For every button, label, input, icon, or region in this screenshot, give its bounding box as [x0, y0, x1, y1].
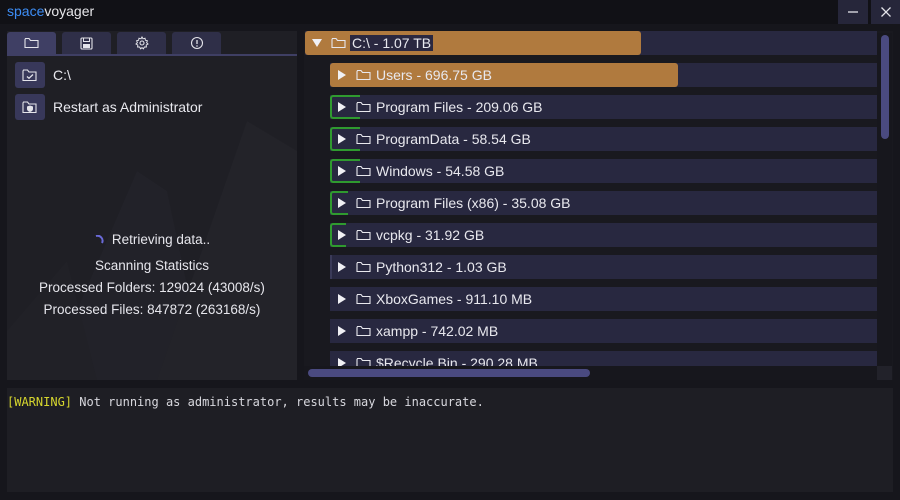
- folder-icon: [356, 197, 371, 209]
- chevron-right-icon[interactable]: [336, 165, 348, 177]
- chevron-right-icon[interactable]: [336, 69, 348, 81]
- restart-admin-button[interactable]: Restart as Administrator: [15, 94, 202, 120]
- chevron-right-icon[interactable]: [336, 261, 348, 273]
- left-panel: C:\ Restart as Administrator Retrieving …: [7, 31, 297, 380]
- chevron-right-icon[interactable]: [336, 197, 348, 209]
- drive-c-label: C:\: [53, 67, 71, 83]
- folder-icon: [356, 261, 371, 273]
- chevron-right-icon[interactable]: [336, 101, 348, 113]
- tree-item-xboxgames[interactable]: XboxGames - 911.10 MB: [330, 287, 877, 311]
- tree-item-label: Windows - 54.58 GB: [376, 163, 505, 179]
- folder-icon: [356, 69, 371, 81]
- chevron-right-icon[interactable]: [336, 293, 348, 305]
- tree-item-windows[interactable]: Windows - 54.58 GB: [330, 159, 877, 183]
- folder-icon: [356, 293, 371, 305]
- horizontal-scrollbar-thumb[interactable]: [308, 369, 590, 377]
- log-line: [WARNING] Not running as administrator, …: [7, 395, 893, 409]
- drive-icon-box: [15, 62, 45, 88]
- log-message: Not running as administrator, results ma…: [72, 395, 484, 409]
- retrieving-text: Retrieving data..: [111, 232, 211, 247]
- gear-icon: [134, 36, 149, 50]
- tree-item-xampp[interactable]: xampp - 742.02 MB: [330, 319, 877, 343]
- tree-item-label: Python312 - 1.03 GB: [376, 259, 507, 275]
- log-tag: [WARNING]: [7, 395, 73, 409]
- drive-icon: [22, 69, 37, 82]
- title-bar: spacevoyager: [0, 0, 900, 24]
- vertical-scrollbar-thumb[interactable]: [881, 35, 889, 139]
- tree-item-label: ProgramData - 58.54 GB: [376, 131, 531, 147]
- tab-strip-underline: [7, 54, 297, 56]
- folder-icon: [356, 133, 371, 145]
- folder-icon: [24, 37, 39, 49]
- scrollbar-corner: [877, 366, 892, 380]
- chevron-right-icon[interactable]: [336, 133, 348, 145]
- folder-tree[interactable]: C:\ - 1.07 TB Users - 696.75 GB Program …: [304, 31, 893, 380]
- tree-item-users[interactable]: Users - 696.75 GB: [330, 63, 877, 87]
- app-title: spacevoyager: [7, 3, 95, 19]
- tree-root-label: C:\ - 1.07 TB: [350, 35, 434, 51]
- folder-icon: [356, 165, 371, 177]
- tree-item-program-files-x86[interactable]: Program Files (x86) - 35.08 GB: [330, 191, 877, 215]
- save-icon: [80, 36, 93, 50]
- folder-icon: [331, 37, 346, 49]
- chevron-right-icon[interactable]: [336, 229, 348, 241]
- tab-about[interactable]: [172, 32, 221, 54]
- restart-admin-label: Restart as Administrator: [53, 99, 203, 115]
- folder-icon: [356, 325, 371, 337]
- tree-item-label: Program Files - 209.06 GB: [376, 99, 543, 115]
- shield-icon: [22, 101, 37, 114]
- tree-item-vcpkg[interactable]: vcpkg - 31.92 GB: [330, 223, 877, 247]
- tree-root-row[interactable]: C:\ - 1.07 TB: [305, 31, 877, 55]
- folder-icon: [356, 101, 371, 113]
- tree-item-program-files[interactable]: Program Files - 209.06 GB: [330, 95, 877, 119]
- tree-item-label: xampp - 742.02 MB: [376, 323, 499, 339]
- minimize-icon: [848, 11, 858, 13]
- processed-folders: Processed Folders: 129024 (43008/s): [39, 280, 265, 295]
- stats-title: Scanning Statistics: [94, 258, 210, 273]
- close-button[interactable]: [871, 0, 900, 24]
- tree-item-label: XboxGames - 911.10 MB: [376, 291, 533, 307]
- chevron-right-icon[interactable]: [336, 325, 348, 337]
- tree-item-label: vcpkg - 31.92 GB: [376, 227, 485, 243]
- shield-icon-box: [15, 94, 45, 120]
- tab-settings[interactable]: [117, 32, 166, 54]
- folder-icon: [356, 229, 371, 241]
- close-icon: [881, 7, 891, 17]
- tree-item-label: Users - 696.75 GB: [376, 67, 492, 83]
- log-panel: [WARNING] Not running as administrator, …: [7, 388, 893, 492]
- tree-item-python312[interactable]: Python312 - 1.03 GB: [330, 255, 877, 279]
- retrieving-status: Retrieving data..: [7, 232, 297, 247]
- chevron-down-icon[interactable]: [311, 37, 323, 49]
- tree-item-label: Program Files (x86) - 35.08 GB: [376, 195, 571, 211]
- processed-files: Processed Files: 847872 (263168/s): [43, 302, 261, 317]
- tab-save[interactable]: [62, 32, 111, 54]
- info-icon: [190, 36, 203, 50]
- tab-explorer[interactable]: [7, 32, 56, 54]
- spinner-icon: [95, 235, 104, 244]
- tree-item-programdata[interactable]: ProgramData - 58.54 GB: [330, 127, 877, 151]
- minimize-button[interactable]: [838, 0, 868, 24]
- drive-c-button[interactable]: C:\: [15, 62, 71, 88]
